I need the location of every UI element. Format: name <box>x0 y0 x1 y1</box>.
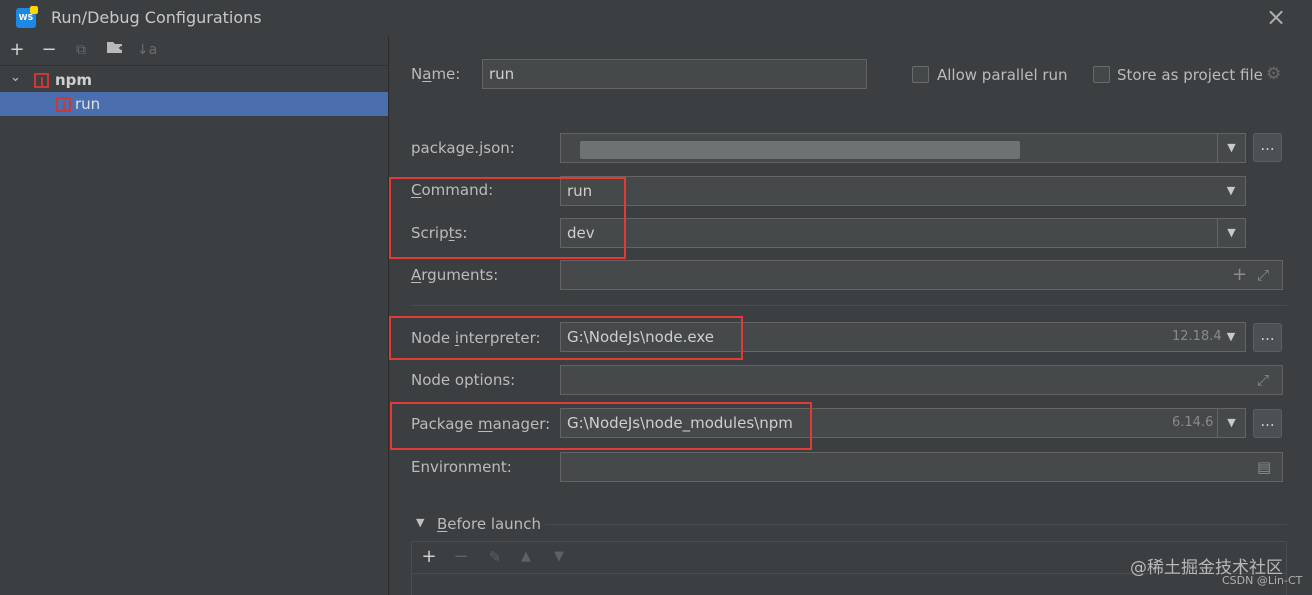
before-launch-divider <box>545 524 1287 525</box>
dropdown-arrow-icon[interactable]: ▼ <box>1217 134 1245 162</box>
tree-item-label: run <box>75 95 101 113</box>
dropdown-arrow-icon[interactable]: ▼ <box>1217 219 1245 247</box>
allow-parallel-run-label[interactable]: Allow parallel run <box>937 66 1068 84</box>
webstorm-logo-icon: WS <box>16 6 38 28</box>
tree-item-run[interactable]: run <box>0 92 388 116</box>
tree-group-label: npm <box>55 71 93 89</box>
dropdown-arrow-icon[interactable]: ▼ <box>1217 323 1245 351</box>
tree-group-npm[interactable]: ⌄ npm <box>0 68 388 92</box>
document-icon[interactable]: ▤ <box>1257 453 1271 481</box>
npm-icon <box>34 73 49 88</box>
plus-icon[interactable]: + <box>1232 261 1247 289</box>
browse-package-manager-button[interactable]: ... <box>1253 409 1282 438</box>
section-divider <box>411 305 1287 306</box>
move-down-icon[interactable]: ▼ <box>548 545 570 569</box>
store-as-project-file-checkbox[interactable] <box>1093 66 1110 83</box>
npm-icon <box>56 97 71 112</box>
node-options-label: Node options: <box>411 371 516 389</box>
close-button[interactable]: × <box>1263 4 1289 30</box>
name-input[interactable]: run <box>482 59 867 89</box>
highlight-box-package-manager <box>390 402 812 450</box>
package-json-label: package.json: <box>411 139 515 157</box>
remove-task-button[interactable]: − <box>450 545 472 569</box>
node-options-input[interactable]: ⤢ <box>560 365 1283 395</box>
allow-parallel-run-checkbox[interactable] <box>912 66 929 83</box>
copy-configuration-icon[interactable]: ⧉ <box>70 38 92 62</box>
store-as-project-file-label[interactable]: Store as project file <box>1117 66 1263 84</box>
dropdown-arrow-icon[interactable]: ▼ <box>1217 177 1245 205</box>
remove-configuration-button[interactable]: − <box>38 38 60 62</box>
add-configuration-button[interactable]: + <box>6 38 28 62</box>
dropdown-arrow-icon[interactable]: ▼ <box>1217 409 1245 437</box>
toolbar-divider <box>0 65 389 66</box>
new-folder-icon[interactable] <box>104 38 126 62</box>
command-select[interactable]: run ▼ <box>560 176 1246 206</box>
edit-pencil-icon[interactable]: ✎ <box>484 545 506 569</box>
highlight-box-command-scripts <box>389 177 626 259</box>
configurations-tree-panel: + − ⧉ ↓a ⌄ npm run <box>0 36 389 595</box>
tree-toolbar: + − ⧉ ↓a <box>0 36 389 65</box>
window-title: Run/Debug Configurations <box>51 8 262 27</box>
expand-icon[interactable]: ⤢ <box>1257 366 1269 394</box>
add-task-button[interactable]: + <box>418 545 440 569</box>
expand-icon[interactable]: ⤢ <box>1257 261 1269 289</box>
browse-node-interpreter-button[interactable]: ... <box>1253 323 1282 352</box>
environment-label: Environment: <box>411 458 512 476</box>
arguments-label: Arguments: <box>411 266 499 284</box>
title-bar: WS Run/Debug Configurations × <box>0 0 1312 36</box>
name-label: Name: <box>411 65 461 83</box>
move-up-icon[interactable]: ▲ <box>515 545 537 569</box>
environment-input[interactable]: ▤ <box>560 452 1283 482</box>
browse-package-json-button[interactable]: ... <box>1253 133 1282 162</box>
arguments-input[interactable]: + ⤢ <box>560 260 1283 290</box>
sort-configurations-icon[interactable]: ↓a <box>136 38 158 62</box>
redacted-path <box>580 141 1020 159</box>
watermark-csdn: CSDN @Lin-CT <box>1222 574 1303 587</box>
highlight-box-node-interpreter <box>389 316 743 360</box>
chevron-down-icon[interactable]: ⌄ <box>10 70 21 85</box>
collapse-triangle-icon[interactable]: ▼ <box>416 516 424 529</box>
package-manager-version: 6.14.6 <box>1172 415 1214 430</box>
before-launch-label[interactable]: Before launch <box>437 515 541 533</box>
gear-icon[interactable]: ⚙ <box>1266 64 1281 84</box>
node-version: 12.18.4 <box>1172 329 1222 344</box>
scripts-select[interactable]: dev ▼ <box>560 218 1246 248</box>
